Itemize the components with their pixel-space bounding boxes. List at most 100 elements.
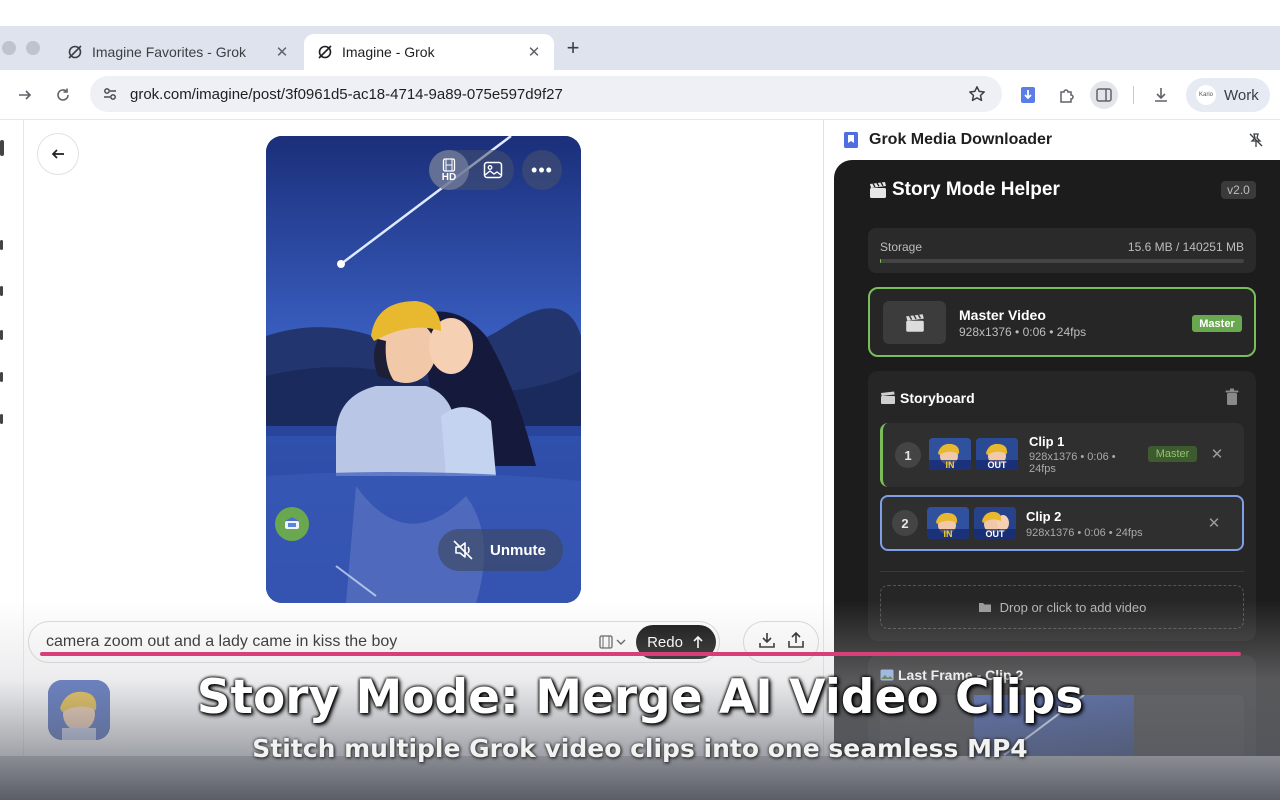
arrow-left-icon xyxy=(51,149,64,159)
creator-avatar[interactable] xyxy=(275,507,309,541)
clip-in-frame: IN xyxy=(929,438,971,470)
grok-downloader-extension-icon[interactable] xyxy=(1014,81,1042,109)
forward-icon[interactable] xyxy=(13,83,37,107)
video-mode-selector[interactable] xyxy=(596,631,630,653)
window-control-maximize[interactable] xyxy=(26,41,40,55)
prompt-bar: camera zoom out and a lady came in kiss … xyxy=(28,621,720,663)
speaker-muted-icon xyxy=(453,540,473,560)
prompt-input[interactable]: camera zoom out and a lady came in kiss … xyxy=(46,633,596,651)
storage-progress-bar xyxy=(880,259,1244,263)
out-label: OUT xyxy=(976,460,1018,470)
master-video-name: Master Video xyxy=(959,307,1046,323)
close-tab-icon[interactable]: ✕ xyxy=(274,44,290,61)
downloads-icon[interactable] xyxy=(1147,81,1175,109)
site-settings-icon[interactable] xyxy=(100,84,120,104)
master-video-meta: 928x1376 • 0:06 • 24fps xyxy=(959,325,1087,339)
tab-imagine-favorites[interactable]: Imagine Favorites - Grok ✕ xyxy=(54,34,302,70)
more-dots-icon: ••• xyxy=(531,159,553,180)
toolbar-separator xyxy=(1133,86,1134,104)
grok-downloader-logo-icon xyxy=(844,132,858,148)
bookmark-star-icon[interactable] xyxy=(966,83,988,105)
sidebar-item-fragment[interactable] xyxy=(0,414,3,424)
unpin-icon[interactable] xyxy=(1248,132,1264,148)
extension-header: Grok Media Downloader xyxy=(825,120,1280,160)
side-panel-icon[interactable] xyxy=(1090,81,1118,109)
close-tab-icon[interactable]: ✕ xyxy=(526,44,542,61)
share-icon[interactable] xyxy=(787,631,805,654)
sidebar-item-fragment[interactable] xyxy=(0,330,3,340)
clip-out-frame: OUT xyxy=(976,438,1018,470)
storyboard-title-text: Storyboard xyxy=(900,390,975,406)
image-icon xyxy=(483,161,503,179)
film-chevron-icon xyxy=(599,635,626,649)
arrow-up-icon xyxy=(693,635,703,648)
extension-title: Grok Media Downloader xyxy=(869,131,1053,148)
clip-number: 2 xyxy=(892,510,918,536)
profile-label: Work xyxy=(1224,86,1259,104)
new-tab-button[interactable]: + xyxy=(562,37,584,60)
clip-out-frame: OUT xyxy=(974,507,1016,539)
helper-title: Story Mode Helper xyxy=(868,179,1060,201)
hd-label: HD xyxy=(441,171,457,183)
window-top-strip xyxy=(0,0,1280,26)
address-bar[interactable]: grok.com/imagine/post/3f0961d5-ac18-4714… xyxy=(90,76,1002,112)
clip-master-badge: Master xyxy=(1148,446,1197,462)
in-label: IN xyxy=(927,529,969,539)
sidebar-item-fragment[interactable] xyxy=(0,286,3,296)
storage-value: 15.6 MB / 140251 MB xyxy=(1127,240,1244,254)
out-label: OUT xyxy=(974,529,1016,539)
unmute-label: Unmute xyxy=(490,541,546,559)
promo-subtitle: Stitch multiple Grok video clips into on… xyxy=(252,734,1028,763)
master-video-card[interactable]: Master Video 928x1376 • 0:06 • 24fps Mas… xyxy=(868,287,1256,357)
clip-number: 1 xyxy=(895,442,921,468)
video-player[interactable]: HD ••• Unmute xyxy=(266,136,581,603)
back-button[interactable] xyxy=(37,133,79,175)
reload-icon[interactable] xyxy=(51,83,75,107)
add-video-dropzone[interactable]: Drop or click to add video xyxy=(880,585,1244,629)
clapperboard-icon xyxy=(905,313,924,332)
version-badge: v2.0 xyxy=(1221,181,1256,199)
unmute-button[interactable]: Unmute xyxy=(438,529,563,571)
clapperboard-icon xyxy=(870,182,886,198)
sidebar-item-fragment[interactable] xyxy=(0,372,3,382)
storyboard-divider xyxy=(880,571,1244,572)
grok-logo-icon xyxy=(316,43,334,61)
sidebar-item-fragment[interactable] xyxy=(0,240,3,250)
master-badge: Master xyxy=(1192,315,1242,332)
storyboard-clip-2[interactable]: 2 IN OUT Clip 2 928x1376 • 0:06 • 24fps … xyxy=(880,495,1244,551)
promo-accent-line xyxy=(40,652,1241,656)
remove-clip-icon[interactable]: ✕ xyxy=(1206,515,1222,532)
image-view-toggle[interactable] xyxy=(473,150,513,190)
clapperboard-icon xyxy=(881,391,895,404)
tab-title: Imagine Favorites - Grok xyxy=(92,44,247,60)
browser-toolbar: grok.com/imagine/post/3f0961d5-ac18-4714… xyxy=(0,70,1280,120)
master-video-thumbnail xyxy=(883,301,946,344)
sidebar-logo-fragment[interactable] xyxy=(0,140,4,156)
more-options-button[interactable]: ••• xyxy=(522,150,562,190)
tab-imagine[interactable]: Imagine - Grok ✕ xyxy=(304,34,554,70)
promo-title: Story Mode: Merge AI Video Clips xyxy=(196,670,1084,725)
window-control-minimize[interactable] xyxy=(2,41,16,55)
clip-meta: 928x1376 • 0:06 • 24fps xyxy=(1026,527,1143,539)
film-icon xyxy=(442,157,456,172)
redo-label: Redo xyxy=(647,633,683,651)
extensions-puzzle-icon[interactable] xyxy=(1053,81,1081,109)
post-actions xyxy=(743,621,819,663)
hd-video-toggle[interactable]: HD xyxy=(429,150,469,190)
helper-title-text: Story Mode Helper xyxy=(892,179,1060,200)
clip-name: Clip 1 xyxy=(1029,434,1065,449)
in-label: IN xyxy=(929,460,971,470)
tab-title: Imagine - Grok xyxy=(342,44,435,60)
download-icon[interactable] xyxy=(758,631,776,654)
storyboard-section: Storyboard 1 IN OUT Clip 1 928x1376 • 0:… xyxy=(868,371,1256,641)
trash-icon[interactable] xyxy=(1224,388,1240,406)
clip-meta: 928x1376 • 0:06 • xyxy=(1029,451,1116,463)
storage-progress-fill xyxy=(880,259,882,263)
profile-avatar: Kario xyxy=(1196,85,1216,105)
storage-label: Storage xyxy=(880,240,923,254)
clip-in-frame: IN xyxy=(927,507,969,539)
storyboard-clip-1[interactable]: 1 IN OUT Clip 1 928x1376 • 0:06 • 24fps … xyxy=(880,423,1244,487)
profile-button[interactable]: Kario Work xyxy=(1186,78,1270,112)
clip-meta: 24fps xyxy=(1029,463,1056,475)
remove-clip-icon[interactable]: ✕ xyxy=(1209,446,1225,463)
